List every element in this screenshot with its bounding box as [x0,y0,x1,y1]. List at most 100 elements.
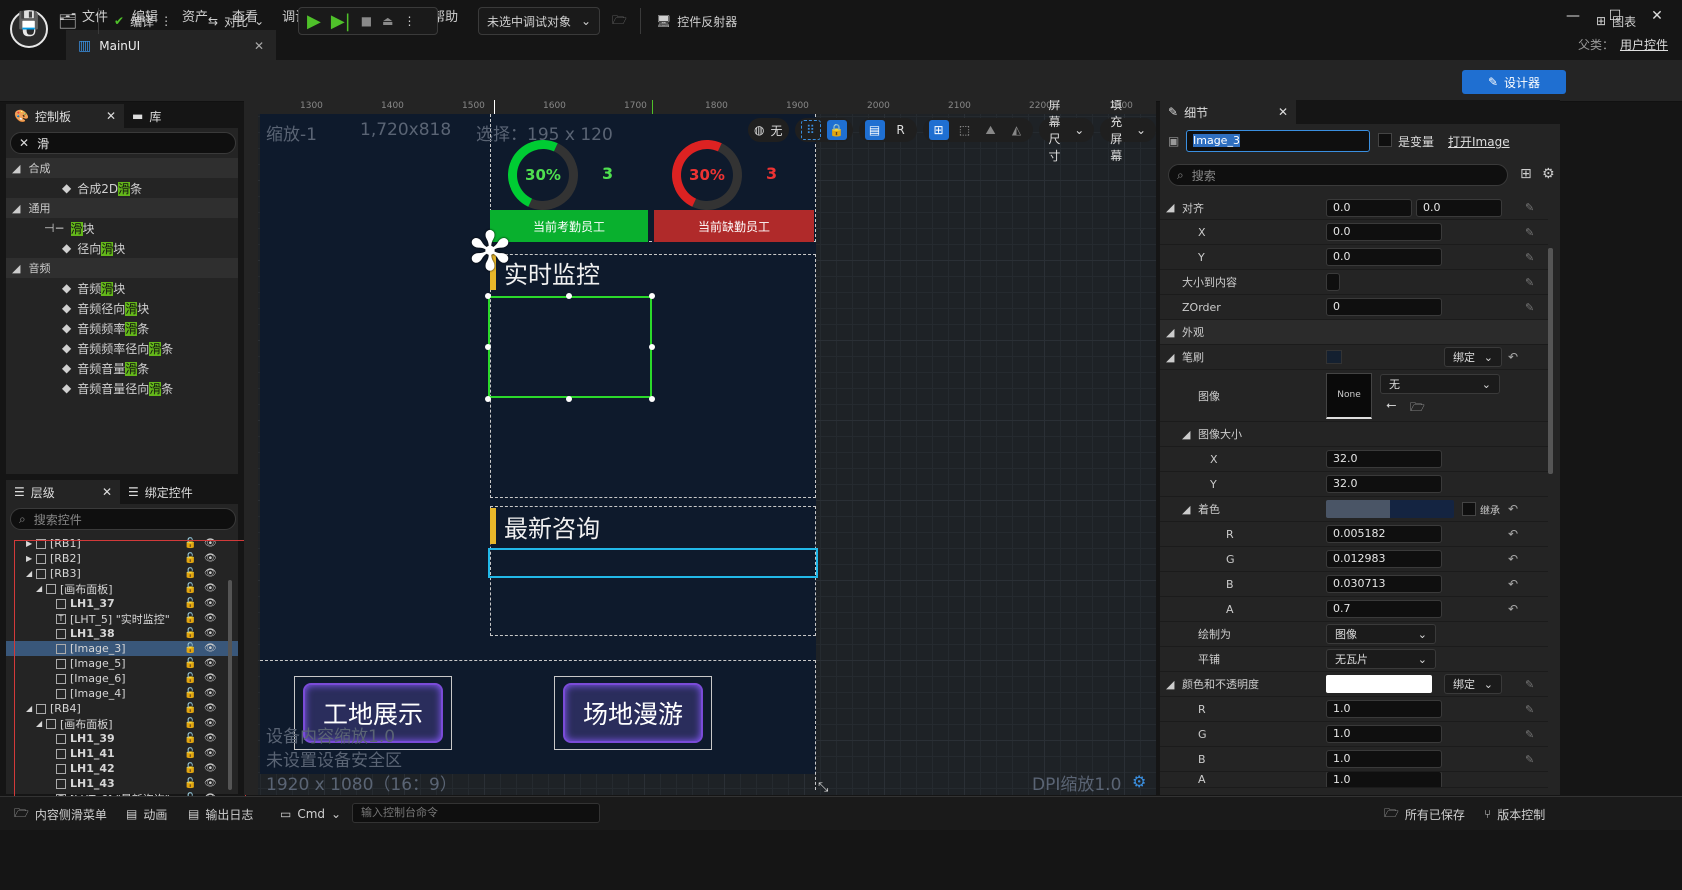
pin-icon[interactable]: ✎ [1525,251,1534,264]
fill-screen-dropdown[interactable]: 填充屏幕 ⌄ [1100,100,1156,163]
play-icon[interactable]: ▶ [307,11,321,32]
reset-arrow-icon[interactable]: ↶ [1508,350,1518,364]
reset-arrow-icon[interactable]: ↶ [1508,552,1518,566]
is-variable-checkbox[interactable] [1378,133,1392,147]
tint-r-input[interactable]: 0.005182 [1326,525,1442,543]
animation-button[interactable]: ▤ 动画 [126,804,167,824]
news-list-box[interactable] [488,548,818,578]
mirror-icon[interactable]: ◭ [1007,120,1027,140]
alignment-x-input[interactable]: 0.0 [1326,198,1412,217]
grid-snap-icon[interactable]: ⊞ [928,120,949,140]
palette-item-radial-slider[interactable]: ◆ 径向滑块 [6,238,238,258]
pin-icon[interactable]: ✎ [1525,703,1534,716]
lock-icon[interactable]: 🔒 [826,120,847,140]
collapse-arrow-icon[interactable]: ◢ [1166,351,1174,364]
resize-handle[interactable] [649,293,655,299]
image-preview-icon[interactable]: ⛰ [981,120,1001,140]
designer-canvas[interactable]: 1300 1400 1500 1600 1700 1800 1900 2000 2100 2200… [244,100,1156,795]
debug-target-dropdown[interactable]: 未选中调试对象 ⌄ [478,7,600,35]
image-size-y-input[interactable]: 32.0 [1326,475,1442,493]
dpi-settings-gear-icon[interactable]: ⚙ [1132,772,1146,791]
alignment-x-field[interactable]: 0.0 [1326,223,1442,241]
tint-a-input[interactable]: 0.7 [1326,600,1442,618]
tint-color-swatch[interactable] [1326,500,1454,518]
category-audio[interactable]: ◢ 音频 [6,258,238,278]
resize-handle[interactable] [485,344,491,350]
resize-handle[interactable] [649,344,655,350]
resize-handle[interactable] [485,293,491,299]
image-size-x-input[interactable]: 32.0 [1326,450,1442,468]
resize-handle[interactable] [649,396,655,402]
reset-arrow-icon[interactable]: ↶ [1508,502,1518,516]
site-tour-button[interactable]: 场地漫游 [554,676,712,750]
palette-item-audio-freq-radial-slider[interactable]: ◆ 音频频率径向滑条 [6,338,238,358]
color-g-input[interactable]: 1.0 [1326,725,1442,743]
respect-locks-toggle[interactable]: R [891,120,911,140]
pin-icon[interactable]: ✎ [1525,728,1534,741]
tab-bind-widgets[interactable]: ☰ 绑定控件 [120,480,234,504]
palette-search-input[interactable]: ✕ 滑 [10,132,236,154]
color-opacity-swatch[interactable] [1326,675,1432,693]
palette-item-audio-radial-slider[interactable]: ◆ 音频径向滑块 [6,298,238,318]
palette-item-audio-volume-radial-slider[interactable]: ◆ 音频音量径向滑条 [6,378,238,398]
palette-item-audio-slider[interactable]: ◆ 音频滑块 [6,278,238,298]
collapse-arrow-icon[interactable]: ◢ [1182,428,1190,441]
color-a-input[interactable]: 1.0 [1326,772,1442,787]
section-appearance[interactable]: ◢ 外观 [1160,320,1548,345]
inherit-checkbox[interactable] [1462,502,1476,516]
tiling-dropdown[interactable]: 无瓦片 ⌄ [1326,649,1436,669]
selected-image-3[interactable] [488,296,652,398]
open-image-link[interactable]: 打开Image [1448,133,1510,150]
close-tab-icon[interactable]: ✕ [254,39,264,53]
parent-class-link[interactable]: 用户控件 [1620,38,1668,52]
close-tab-icon[interactable]: ✕ [106,109,116,123]
widget-name-input[interactable]: Image_3 [1186,130,1370,152]
content-drawer-button[interactable]: 🗁 内容侧滑菜单 [14,804,107,824]
minimize-icon[interactable]: — [1558,8,1588,24]
move-anchor-icon[interactable]: ✻ [464,225,516,279]
palette-item-audio-volume-slider[interactable]: ◆ 音频音量滑条 [6,358,238,378]
absent-employees-button[interactable]: 当前缺勤员工 [654,210,814,242]
pin-icon[interactable]: ✎ [1525,201,1534,214]
close-window-icon[interactable]: ✕ [1642,8,1672,24]
brush-bind-dropdown[interactable]: 绑定 ⌄ [1444,347,1502,367]
tab-hierarchy[interactable]: ☰ 层级 ✕ [6,480,120,504]
resize-handle[interactable] [566,396,572,402]
brush-color-swatch[interactable] [1326,350,1342,364]
alignment-y-input[interactable]: 0.0 [1416,198,1502,217]
table-view-icon[interactable]: ⊞ [1520,166,1532,182]
designer-mode-button[interactable]: ✎ 设计器 [1462,70,1566,94]
cmd-dropdown[interactable]: ▭ Cmd ⌄ [280,804,341,824]
compile-button[interactable]: ✔ 编译 ⋮ [114,7,172,35]
resize-canvas-icon[interactable]: ⤡ [818,780,828,795]
save-status[interactable]: 🗁 所有已保存 [1384,804,1465,824]
close-tab-icon[interactable]: ✕ [1278,105,1288,119]
source-control-button[interactable]: ⑂ 版本控制 [1484,804,1545,824]
pin-icon[interactable]: ✎ [1525,226,1534,239]
advance-frame-icon[interactable]: ▶| [331,11,351,32]
reset-arrow-icon[interactable]: ↶ [1508,577,1518,591]
details-search-input[interactable]: ⌕ 搜索 [1168,164,1508,186]
settings-gear-icon[interactable]: ⚙ [1542,166,1555,182]
diff-button[interactable]: ⇆ 对比 ⌄ [208,7,264,35]
palette-item-audio-freq-slider[interactable]: ◆ 音频频率滑条 [6,318,238,338]
screen-size-dropdown[interactable]: 屏幕尺寸 ⌄ [1038,100,1095,163]
reset-arrow-icon[interactable]: ↶ [1508,602,1518,616]
collapse-arrow-icon[interactable]: ◢ [1182,503,1190,516]
select-icon[interactable]: ⬚ [955,120,975,140]
pin-icon[interactable]: ✎ [1525,276,1534,289]
palette-item-synth-slider[interactable]: ◆ 合成2D滑条 [6,178,238,198]
reset-arrow-icon[interactable]: ↶ [1508,527,1518,541]
resize-handle[interactable] [485,396,491,402]
outline-icon[interactable]: ▤ [864,120,885,140]
dotted-grid-icon[interactable]: ⠿ [800,120,821,140]
save-icon[interactable]: 💾 [18,7,39,35]
console-command-input[interactable]: 输入控制台命令 [352,803,600,823]
menu-item-file[interactable]: 文件 [70,6,120,25]
find-debug-icon[interactable]: 🗁 [612,7,627,35]
localization-toggle[interactable]: ◍ 无 [748,118,789,142]
color-r-input[interactable]: 1.0 [1326,700,1442,718]
image-asset-dropdown[interactable]: 无 ⌄ [1380,374,1500,394]
eject-icon[interactable]: ⏏ [382,14,393,28]
output-log-button[interactable]: ▤ 输出日志 [188,804,253,824]
